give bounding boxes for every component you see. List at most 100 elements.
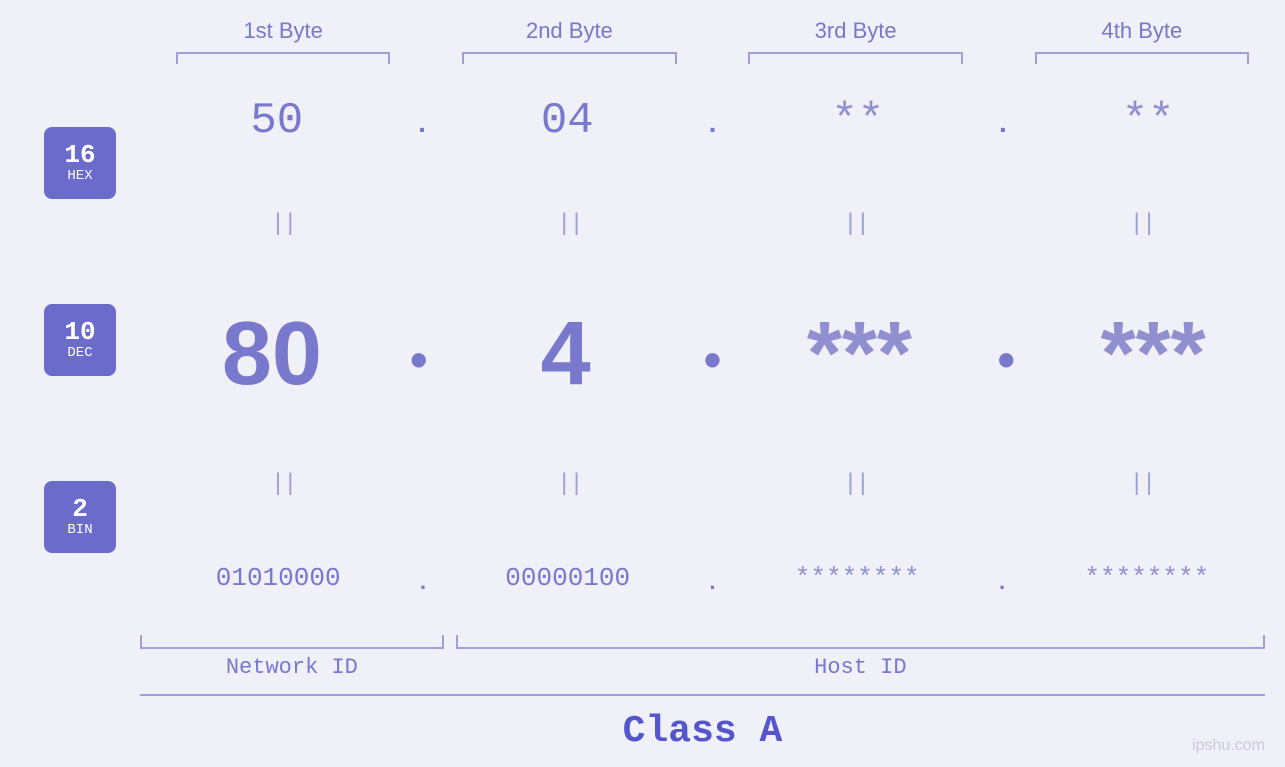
- dec-badge-label: DEC: [67, 345, 92, 361]
- dec-dot-icon-1: •: [404, 336, 434, 393]
- bin-badge-number: 2: [72, 496, 88, 522]
- bin-dot-icon-1: .: [416, 571, 429, 596]
- sep-row-2: || || || ||: [140, 470, 1285, 500]
- bin-cell-1: 01010000: [140, 563, 416, 593]
- dec-value-4: ***: [1101, 303, 1206, 406]
- bracket-4: [999, 52, 1285, 64]
- dec-dot-3: •: [991, 336, 1021, 373]
- bin-value-3: ********: [795, 563, 920, 593]
- double-bar-8: ||: [1129, 471, 1154, 498]
- bin-cell-4: ********: [1009, 563, 1285, 593]
- double-bar-1: ||: [271, 211, 296, 238]
- dec-value-3: ***: [807, 303, 912, 406]
- byte-label-4: 4th Byte: [999, 18, 1285, 44]
- hex-dot-2: .: [704, 110, 721, 131]
- dec-dot-1: •: [404, 336, 434, 373]
- header-row: 1st Byte 2nd Byte 3rd Byte 4th Byte: [0, 0, 1285, 44]
- double-bar-7: ||: [843, 471, 868, 498]
- dec-dot-2: •: [697, 336, 727, 373]
- byte-label-3: 3rd Byte: [713, 18, 999, 44]
- bin-dot-1: .: [416, 571, 429, 586]
- bin-value-1: 01010000: [216, 563, 341, 593]
- hex-value-3: **: [831, 96, 884, 146]
- dec-value-1: 80: [222, 303, 322, 406]
- double-bar-2: ||: [557, 211, 582, 238]
- bottom-section: Network ID Host ID Class A: [0, 635, 1285, 767]
- dot-icon-3: .: [995, 110, 1012, 141]
- class-bracket: [140, 694, 1265, 696]
- data-rows: 50 . 04 . ** .: [140, 64, 1285, 635]
- bin-badge-label: BIN: [67, 522, 92, 538]
- hex-value-1: 50: [250, 96, 303, 146]
- bin-dot-2: .: [706, 571, 719, 586]
- bracket-3: [713, 52, 999, 64]
- hex-badge: 16 HEX: [44, 127, 116, 199]
- sep-cell-5: ||: [140, 470, 426, 500]
- content-area: 16 HEX 10 DEC 2 BIN 50 .: [0, 64, 1285, 635]
- dot-icon-1: .: [414, 110, 431, 141]
- hex-cell-4: **: [1011, 96, 1285, 146]
- bracket-line-1: [176, 52, 391, 64]
- dec-cell-2: 4: [434, 303, 698, 406]
- sep-cell-6: ||: [426, 470, 712, 500]
- bracket-line-4: [1035, 52, 1250, 64]
- bracket-1: [140, 52, 426, 64]
- hex-cell-2: 04: [430, 96, 704, 146]
- bracket-line-2: [462, 52, 677, 64]
- dec-row: 80 • 4 • *** •: [140, 303, 1285, 406]
- double-bar-3: ||: [843, 211, 868, 238]
- sep-cell-2: ||: [426, 209, 712, 239]
- watermark: ipshu.com: [1192, 737, 1265, 755]
- byte-label-1: 1st Byte: [140, 18, 426, 44]
- dot-icon-2: .: [704, 110, 721, 141]
- dec-badge-number: 10: [64, 319, 95, 345]
- bin-cell-2: 00000100: [430, 563, 706, 593]
- hex-value-2: 04: [541, 96, 594, 146]
- bin-dot-icon-3: .: [995, 571, 1008, 596]
- hex-cell-1: 50: [140, 96, 414, 146]
- sep-cell-8: ||: [999, 470, 1285, 500]
- dec-badge: 10 DEC: [44, 304, 116, 376]
- main-container: 1st Byte 2nd Byte 3rd Byte 4th Byte 16 H…: [0, 0, 1285, 767]
- hex-dot-3: .: [995, 110, 1012, 131]
- double-bar-4: ||: [1129, 211, 1154, 238]
- data-area: 50 . 04 . ** .: [140, 64, 1285, 635]
- bracket-line-3: [748, 52, 963, 64]
- double-bar-5: ||: [271, 471, 296, 498]
- dec-cell-1: 80: [140, 303, 404, 406]
- hex-value-4: **: [1122, 96, 1175, 146]
- byte-label-2: 2nd Byte: [426, 18, 712, 44]
- sep-row-1: || || || ||: [140, 209, 1285, 239]
- bin-cell-3: ********: [719, 563, 995, 593]
- bin-row: 01010000 . 00000100 . ********: [140, 563, 1285, 593]
- sep-cell-3: ||: [713, 209, 999, 239]
- network-id-label: Network ID: [140, 655, 444, 680]
- bin-dot-3: .: [995, 571, 1008, 586]
- sep-cell-4: ||: [999, 209, 1285, 239]
- double-bar-6: ||: [557, 471, 582, 498]
- id-labels-row: Network ID Host ID: [140, 655, 1265, 680]
- sep-cell-1: ||: [140, 209, 426, 239]
- bracket-2: [426, 52, 712, 64]
- bottom-brackets: [140, 635, 1265, 649]
- host-id-label: Host ID: [456, 655, 1265, 680]
- badges-column: 16 HEX 10 DEC 2 BIN: [20, 64, 140, 635]
- dec-cell-3: ***: [728, 303, 992, 406]
- sep-cell-7: ||: [713, 470, 999, 500]
- dec-dot-icon-3: •: [991, 336, 1021, 393]
- host-bracket: [456, 635, 1265, 649]
- hex-badge-label: HEX: [67, 168, 92, 184]
- hex-row: 50 . 04 . ** .: [140, 96, 1285, 146]
- dec-value-2: 4: [541, 303, 591, 406]
- class-label: Class A: [140, 710, 1265, 767]
- bin-value-2: 00000100: [505, 563, 630, 593]
- hex-badge-number: 16: [64, 142, 95, 168]
- hex-cell-3: **: [721, 96, 995, 146]
- top-brackets: [0, 52, 1285, 64]
- bin-badge: 2 BIN: [44, 481, 116, 553]
- hex-dot-1: .: [414, 110, 431, 131]
- network-bracket: [140, 635, 444, 649]
- dec-cell-4: ***: [1021, 303, 1285, 406]
- bin-value-4: ********: [1084, 563, 1209, 593]
- dec-dot-icon-2: •: [697, 336, 727, 393]
